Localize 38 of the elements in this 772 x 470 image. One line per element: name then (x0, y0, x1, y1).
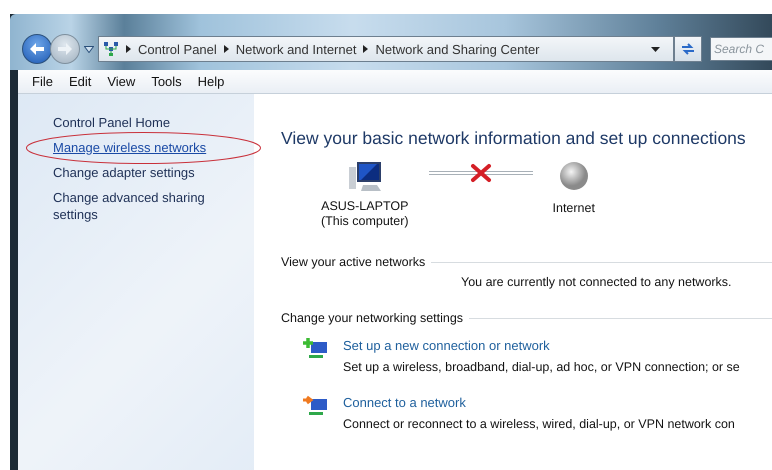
menu-item[interactable]: Tools (143, 74, 190, 89)
computer-name: ASUS-LAPTOP (This computer) (321, 199, 409, 229)
menu-item[interactable]: File (24, 74, 61, 89)
chevron-icon (363, 45, 368, 53)
section-heading: View your active networks (281, 255, 426, 269)
search-field[interactable]: Search C (710, 37, 772, 61)
refresh-button[interactable] (674, 36, 702, 62)
breadcrumb[interactable]: Network and Sharing Center (375, 42, 540, 56)
task-description: Set up a wireless, broadband, dial-up, ad hoc, or VPN connection; or se (343, 360, 741, 374)
task-description: Connect or reconnect to a wireless, wired, dial-up, or VPN network con (343, 417, 736, 431)
menu-item[interactable]: Edit (60, 74, 100, 89)
chevron-icon (126, 45, 131, 53)
internet-label: Internet (552, 201, 595, 216)
refresh-icon (680, 42, 696, 56)
address-bar[interactable]: Control Panel Network and Internet Network and Sharing Center (98, 36, 674, 62)
menu-item[interactable]: View (99, 74, 144, 89)
forward-arrow-icon (58, 43, 72, 55)
task-link[interactable]: Connect to a network (343, 394, 772, 412)
sidebar-link[interactable]: Change adapter settings (53, 164, 230, 181)
dropdown-icon[interactable] (651, 46, 660, 52)
dropdown-icon[interactable] (84, 46, 94, 52)
globe-icon (558, 161, 589, 191)
task-link[interactable]: Set up a new connection or network (343, 337, 772, 355)
network-icon (103, 41, 119, 57)
chevron-icon (224, 45, 229, 53)
breadcrumb[interactable]: Network and Internet (236, 42, 356, 56)
breadcrumb[interactable]: Control Panel (138, 42, 217, 56)
new-network-icon (303, 337, 329, 361)
back-arrow-icon (30, 43, 44, 55)
status-message: You are currently not connected to any networks. (461, 275, 733, 289)
sidebar-link[interactable]: Change advanced sharing settings (53, 189, 230, 223)
menu-item[interactable]: Help (190, 74, 232, 89)
section-heading: Change your networking settings (281, 311, 464, 325)
sidebar-item[interactable]: Control Panel Home (53, 114, 230, 131)
back-button[interactable] (22, 34, 52, 64)
computer-icon (346, 161, 383, 193)
page-title: View your basic network information and set up connections (281, 128, 747, 149)
connect-network-icon (303, 394, 329, 418)
